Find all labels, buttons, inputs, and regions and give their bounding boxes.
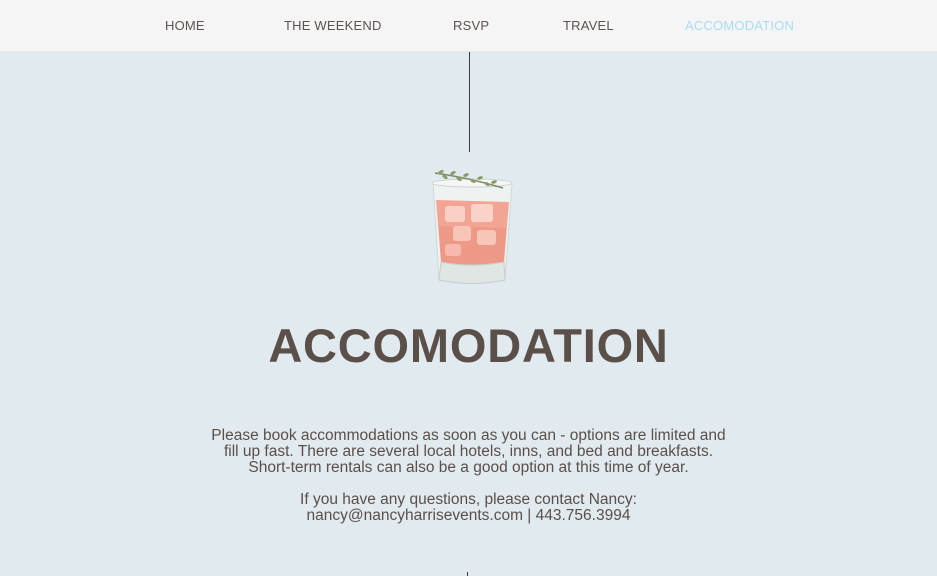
paragraph-line: Short-term rentals can also be a good op… — [248, 459, 689, 476]
hanging-line — [469, 52, 470, 152]
nav-home[interactable]: HOME — [165, 18, 205, 33]
nav-rsvp[interactable]: RSVP — [453, 18, 489, 33]
nav-accomodation[interactable]: ACCOMODATION — [685, 18, 794, 33]
page-title: ACCOMODATION — [268, 319, 669, 372]
nav-travel[interactable]: TRAVEL — [563, 18, 614, 33]
top-navigation: HOME THE WEEKEND RSVP TRAVEL ACCOMODATIO… — [0, 0, 937, 52]
contact-line: If you have any questions, please contac… — [300, 491, 637, 508]
paragraph-line: Please book accommodations as soon as yo… — [211, 427, 726, 444]
paragraph-line: fill up fast. There are several local ho… — [223, 443, 714, 460]
nav-the-weekend[interactable]: THE WEEKEND — [284, 18, 382, 33]
bottom-divider-line — [467, 572, 468, 576]
contact-details[interactable]: nancy@nancyharrisevents.com | 443.756.39… — [0, 508, 937, 524]
cocktail-glass-icon — [415, 166, 525, 290]
accommodation-description: Please book accommodations as soon as yo… — [0, 428, 937, 524]
